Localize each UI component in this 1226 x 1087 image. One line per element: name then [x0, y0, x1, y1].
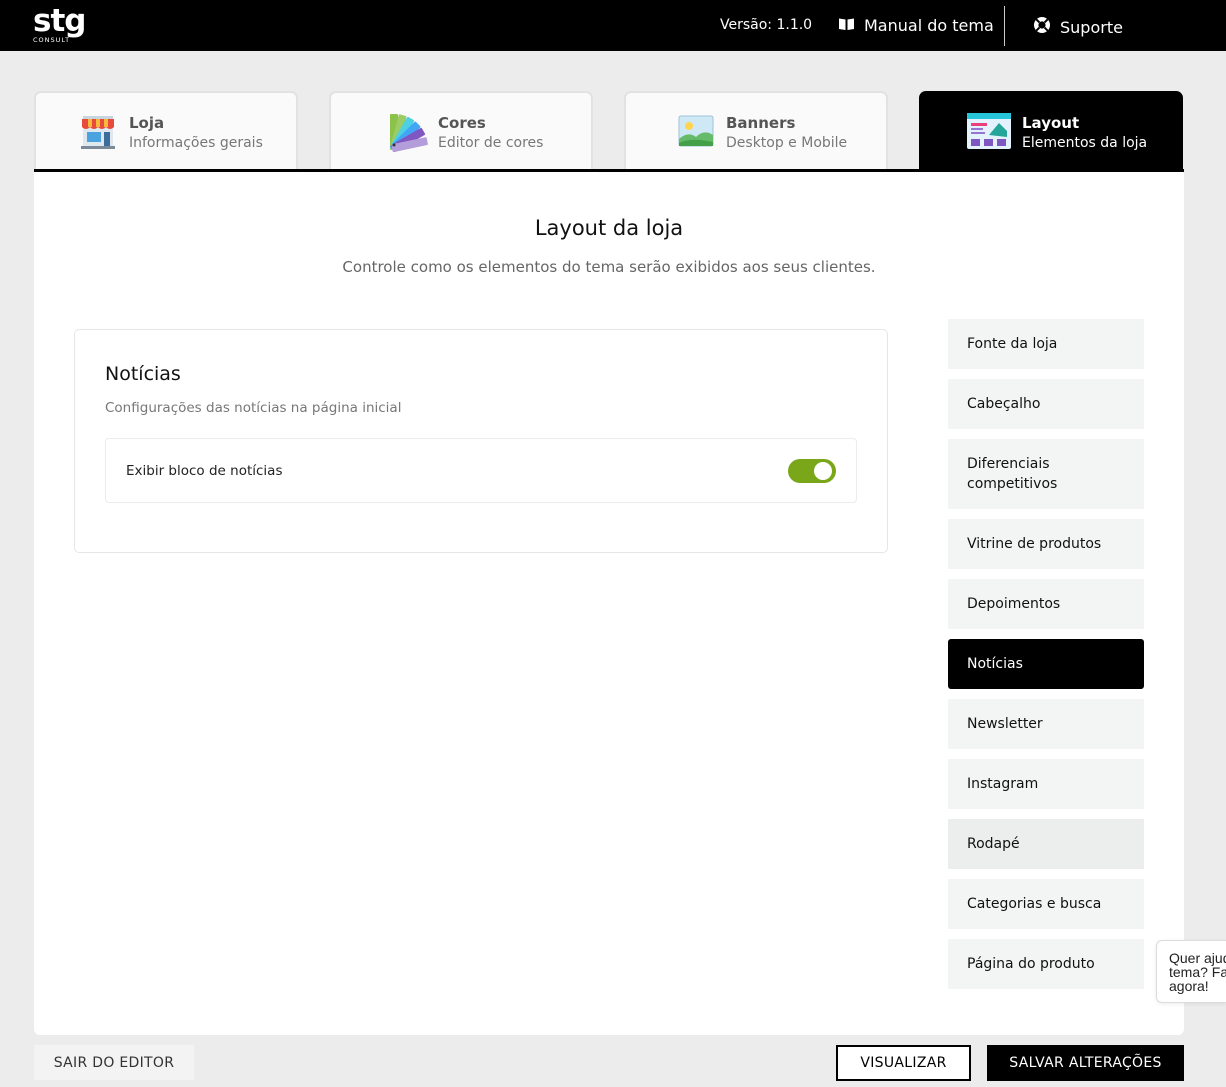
tab-subtitle: Desktop e Mobile: [726, 135, 848, 151]
section-nav-item[interactable]: Diferenciais competitivos: [948, 439, 1144, 509]
section-nav-item[interactable]: Newsletter: [948, 699, 1144, 749]
lifebuoy-icon: [1033, 16, 1051, 38]
exit-editor-button[interactable]: SAIR DO EDITOR: [34, 1045, 194, 1080]
show-news-toggle[interactable]: [788, 459, 836, 483]
support-label: Suporte: [1060, 17, 1123, 37]
tab-title: Layout: [1022, 114, 1080, 132]
tab-banners[interactable]: Banners Desktop e Mobile: [624, 91, 888, 170]
book-icon: [838, 16, 855, 35]
section-nav-item[interactable]: Vitrine de produtos: [948, 519, 1144, 569]
tab-subtitle: Informações gerais: [129, 135, 263, 151]
stg-logo[interactable]: stg CONSULT: [33, 3, 93, 45]
help-line: Quer ajuda com o: [1169, 950, 1226, 966]
help-chat-bubble[interactable]: Quer ajuda com o tema? Fale com a gente …: [1156, 940, 1226, 1003]
color-palette-icon: [388, 112, 428, 153]
toggle-knob: [814, 462, 832, 480]
page-subtitle: Controle como os elementos do tema serão…: [342, 258, 876, 276]
save-changes-button[interactable]: SALVAR ALTERAÇÕES: [987, 1045, 1184, 1081]
manual-label: Manual do tema: [864, 16, 994, 35]
page-title: Layout da loja: [534, 216, 684, 240]
section-nav-item[interactable]: Cabeçalho: [948, 379, 1144, 429]
section-nav-item[interactable]: Fonte da loja: [948, 319, 1144, 369]
layout-screen-icon: [967, 113, 1011, 151]
tab-title: Banners: [726, 114, 796, 132]
store-icon: [79, 112, 117, 150]
support-link[interactable]: Suporte: [1033, 16, 1123, 38]
header-divider: [1004, 6, 1005, 46]
card-title: Notícias: [105, 363, 181, 385]
help-line: tema? Fale com a gente: [1169, 964, 1226, 980]
tab-cores[interactable]: Cores Editor de cores: [329, 91, 593, 170]
tab-subtitle: Elementos da loja: [1022, 135, 1148, 151]
layout-panel: Layout da loja Controle como os elemento…: [34, 169, 1184, 1035]
section-nav-item[interactable]: Página do produto: [948, 939, 1144, 989]
show-news-setting: Exibir bloco de notícias: [105, 438, 857, 503]
logo-word: stg: [33, 3, 86, 39]
help-line: agora!: [1169, 978, 1209, 994]
landscape-image-icon: [678, 115, 716, 153]
tab-loja[interactable]: Loja Informações gerais: [34, 91, 298, 170]
manual-link[interactable]: Manual do tema: [838, 16, 994, 35]
section-nav-item-active[interactable]: Notícias: [948, 639, 1144, 689]
setting-label: Exibir bloco de notícias: [126, 463, 283, 479]
card-subtitle: Configurações das notícias na página ini…: [105, 400, 402, 416]
section-nav-item[interactable]: Rodapé: [948, 819, 1144, 869]
section-nav-item[interactable]: Categorias e busca: [948, 879, 1144, 929]
logo-sub: CONSULT: [33, 36, 71, 44]
news-settings-card: Notícias Configurações das notícias na p…: [74, 329, 888, 553]
section-nav-item[interactable]: Instagram: [948, 759, 1144, 809]
preview-button[interactable]: VISUALIZAR: [836, 1045, 971, 1081]
top-bar: stg CONSULT Versão: 1.1.0 Manual do tema…: [0, 0, 1226, 51]
section-nav-item[interactable]: Depoimentos: [948, 579, 1144, 629]
tab-layout[interactable]: Layout Elementos da loja: [919, 91, 1183, 170]
tab-subtitle: Editor de cores: [438, 135, 544, 151]
version-text: Versão: 1.1.0: [720, 17, 813, 33]
tab-title: Cores: [438, 114, 486, 132]
tab-title: Loja: [129, 114, 165, 132]
